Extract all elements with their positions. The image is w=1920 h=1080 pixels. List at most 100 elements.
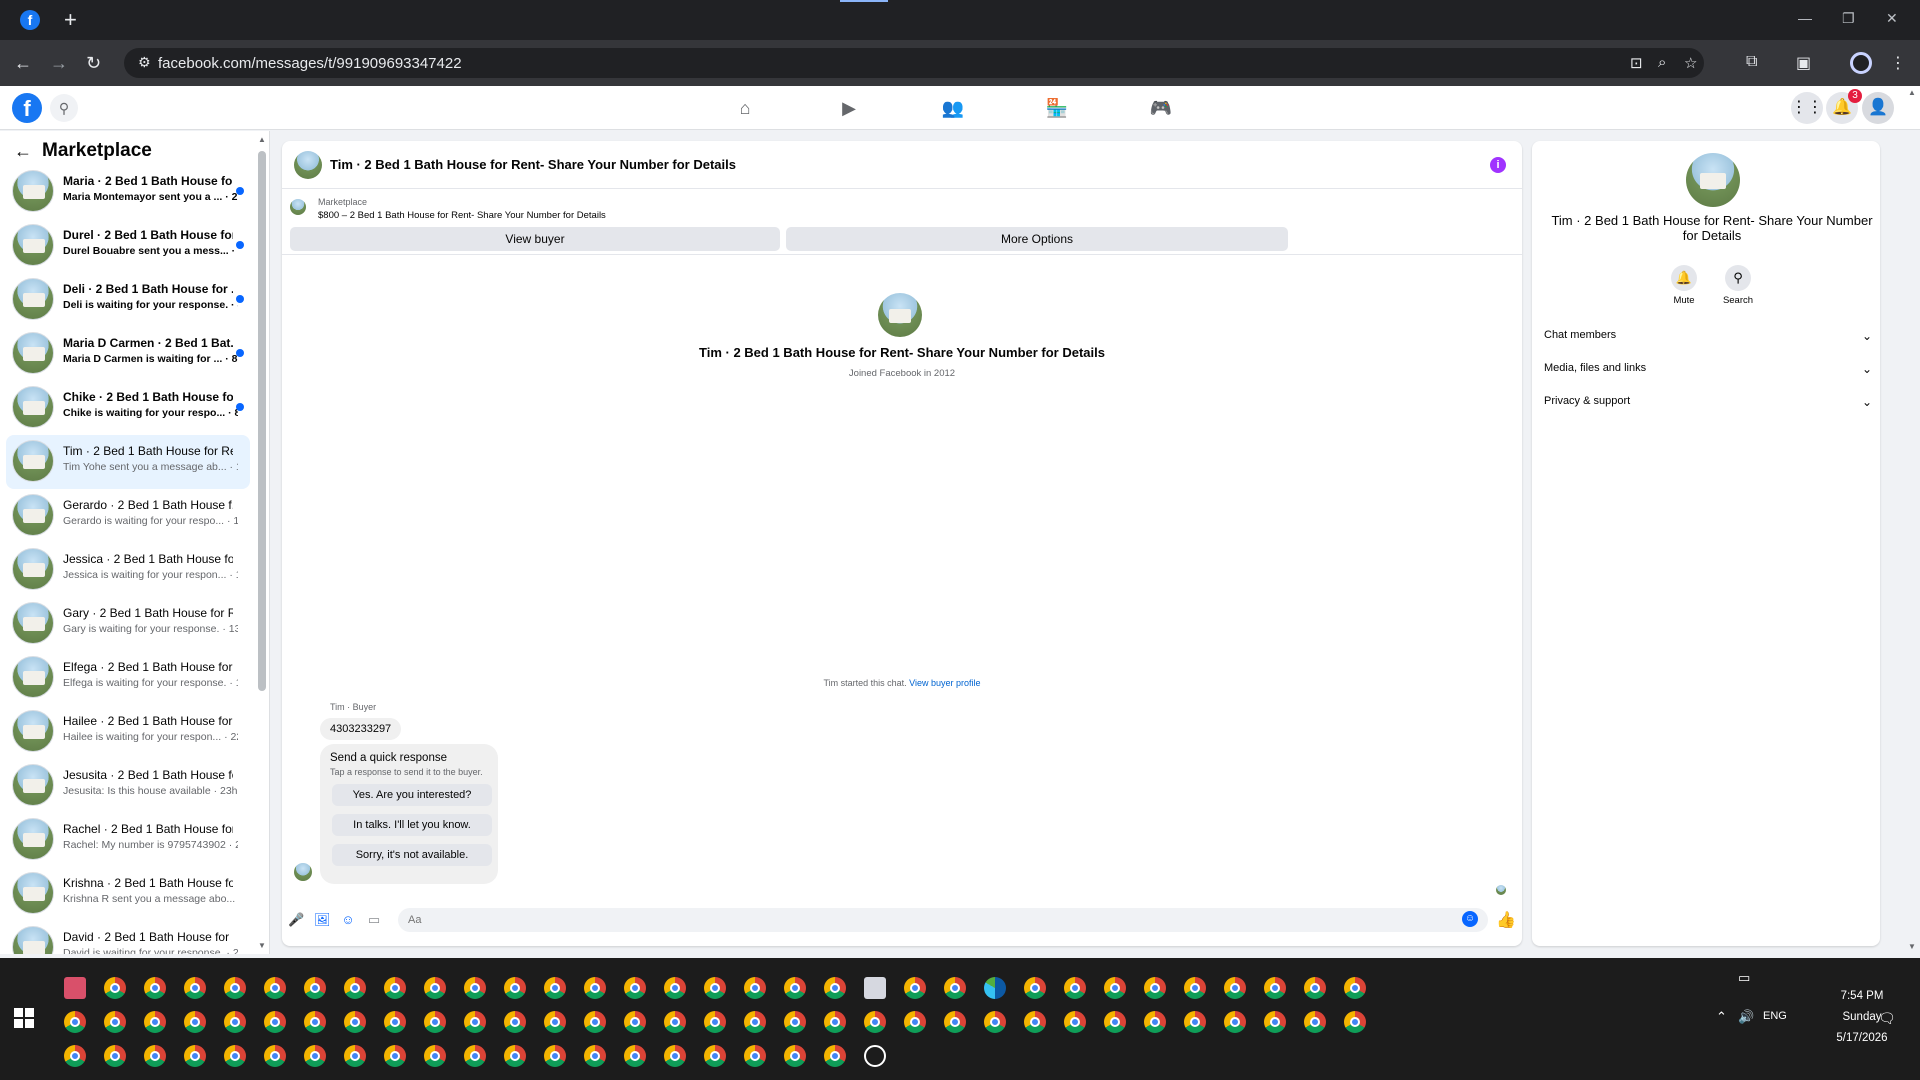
chrome-icon[interactable] xyxy=(704,1011,726,1033)
chrome-icon[interactable] xyxy=(824,1045,846,1067)
back-arrow-icon[interactable]: ← xyxy=(14,53,32,73)
chrome-icon[interactable] xyxy=(1144,977,1166,999)
microphone-icon[interactable]: 🎤 xyxy=(288,912,304,928)
taskbar-app-icon[interactable] xyxy=(864,1045,886,1067)
chrome-icon[interactable] xyxy=(1024,977,1046,999)
extensions-icon[interactable]: ⧉ xyxy=(1746,53,1757,71)
media-files-section[interactable]: Media, files and links ⌄ xyxy=(1544,362,1872,382)
bookmark-star-icon[interactable]: ☆ xyxy=(1684,54,1697,72)
chat-members-section[interactable]: Chat members ⌄ xyxy=(1544,329,1872,349)
more-options-button[interactable]: More Options xyxy=(786,227,1288,251)
volume-icon[interactable]: 🔊 xyxy=(1738,1009,1754,1025)
chrome-icon[interactable] xyxy=(744,1045,766,1067)
zoom-icon[interactable]: ⌕ xyxy=(1658,54,1666,71)
chrome-icon[interactable] xyxy=(1224,977,1246,999)
info-icon[interactable]: i xyxy=(1490,157,1506,173)
account-avatar[interactable]: 👤 xyxy=(1862,92,1894,124)
chrome-icon[interactable] xyxy=(264,1011,286,1033)
chrome-icon[interactable] xyxy=(1304,977,1326,999)
close-window-button[interactable]: ✕ xyxy=(1886,10,1898,27)
chrome-icon[interactable] xyxy=(144,1045,166,1067)
contact-avatar[interactable] xyxy=(294,151,322,179)
chrome-icon[interactable] xyxy=(424,1045,446,1067)
chrome-icon[interactable] xyxy=(784,1011,806,1033)
gaming-icon[interactable]: 🎮 xyxy=(1149,96,1173,120)
chrome-icon[interactable] xyxy=(584,1011,606,1033)
chrome-icon[interactable] xyxy=(304,1011,326,1033)
chrome-icon[interactable] xyxy=(304,1045,326,1067)
chrome-icon[interactable] xyxy=(784,1045,806,1067)
chrome-icon[interactable] xyxy=(1264,1011,1286,1033)
chrome-icon[interactable] xyxy=(864,1011,886,1033)
conversation-item[interactable]: Jessica · 2 Bed 1 Bath House for... Jessi… xyxy=(6,543,250,597)
chrome-icon[interactable] xyxy=(1344,977,1366,999)
sticker-icon[interactable]: ☺ xyxy=(340,912,356,928)
message-input[interactable] xyxy=(398,908,1488,932)
chrome-icon[interactable] xyxy=(424,1011,446,1033)
message-bubble[interactable]: 4303233297 xyxy=(320,718,402,740)
chrome-icon[interactable] xyxy=(504,977,526,999)
clock-day[interactable]: Sunday xyxy=(1812,1011,1912,1023)
address-bar[interactable]: ⚙ facebook.com/messages/t/99190969334742… xyxy=(124,48,1704,78)
forward-arrow-icon[interactable]: → xyxy=(50,53,68,73)
chrome-icon[interactable] xyxy=(144,977,166,999)
back-arrow-icon[interactable]: ← xyxy=(14,141,32,162)
restore-button[interactable]: ❐ xyxy=(1842,10,1855,27)
notification-center-icon[interactable]: 🗨 xyxy=(1878,1010,1896,1027)
profile-avatar[interactable] xyxy=(1850,52,1872,74)
conversation-item[interactable]: David · 2 Bed 1 Bath House for ... David … xyxy=(6,921,250,954)
gif-icon[interactable]: ▭ xyxy=(366,912,382,928)
chrome-icon[interactable] xyxy=(1184,977,1206,999)
chrome-icon[interactable] xyxy=(184,1045,206,1067)
chrome-icon[interactable] xyxy=(744,977,766,999)
chrome-icon[interactable] xyxy=(944,1011,966,1033)
site-settings-icon[interactable]: ⚙ xyxy=(138,54,151,71)
chrome-icon[interactable] xyxy=(544,977,566,999)
edge-icon[interactable] xyxy=(984,977,1006,999)
conversation-item[interactable]: Krishna · 2 Bed 1 Bath House fo... Krishn… xyxy=(6,867,250,921)
conversation-item[interactable]: Chike · 2 Bed 1 Bath House fo... Chike is… xyxy=(6,381,250,435)
windows-start-icon[interactable] xyxy=(14,1008,34,1028)
chrome-icon[interactable] xyxy=(544,1011,566,1033)
chrome-icon[interactable] xyxy=(704,977,726,999)
chrome-icon[interactable] xyxy=(664,1045,686,1067)
chrome-icon[interactable] xyxy=(264,1045,286,1067)
friends-icon[interactable]: 👥 xyxy=(941,96,965,120)
chrome-icon[interactable] xyxy=(464,977,486,999)
quick-response-option[interactable]: Yes. Are you interested? xyxy=(332,784,492,806)
chrome-icon[interactable] xyxy=(1224,1011,1246,1033)
chrome-icon[interactable] xyxy=(824,977,846,999)
conversation-item[interactable]: Jesusita · 2 Bed 1 Bath House fo... Jesus… xyxy=(6,759,250,813)
chrome-icon[interactable] xyxy=(664,1011,686,1033)
conversation-item[interactable]: Deli · 2 Bed 1 Bath House for ... Deli is… xyxy=(6,273,250,327)
facebook-logo-icon[interactable]: f xyxy=(12,93,42,123)
chrome-icon[interactable] xyxy=(1064,1011,1086,1033)
chrome-icon[interactable] xyxy=(1104,1011,1126,1033)
clock-date[interactable]: 5/17/2026 xyxy=(1812,1032,1912,1044)
view-buyer-button[interactable]: View buyer xyxy=(290,227,780,251)
chrome-icon[interactable] xyxy=(224,977,246,999)
chrome-icon[interactable] xyxy=(1144,1011,1166,1033)
thumbs-up-icon[interactable]: 👍 xyxy=(1496,910,1516,930)
chrome-icon[interactable] xyxy=(344,1011,366,1033)
chrome-icon[interactable] xyxy=(664,977,686,999)
profile-avatar[interactable] xyxy=(878,293,922,337)
view-buyer-profile-link[interactable]: View buyer profile xyxy=(909,678,980,688)
taskbar-app-icon[interactable] xyxy=(64,977,86,999)
minimize-button[interactable]: — xyxy=(1798,10,1812,26)
chrome-icon[interactable] xyxy=(264,977,286,999)
chrome-icon[interactable] xyxy=(1024,1011,1046,1033)
install-app-icon[interactable]: ⊡ xyxy=(1630,54,1643,72)
chrome-icon[interactable] xyxy=(944,977,966,999)
taskbar-app-icon[interactable] xyxy=(864,977,886,999)
chrome-icon[interactable] xyxy=(464,1011,486,1033)
chrome-icon[interactable] xyxy=(104,1011,126,1033)
photo-icon[interactable]: 🖼 xyxy=(314,912,331,928)
chrome-icon[interactable] xyxy=(344,1045,366,1067)
chrome-icon[interactable] xyxy=(184,1011,206,1033)
chrome-icon[interactable] xyxy=(504,1011,526,1033)
scroll-down-arrow-icon[interactable]: ▼ xyxy=(258,941,266,950)
chrome-icon[interactable] xyxy=(384,977,406,999)
facebook-icon[interactable]: f xyxy=(20,10,40,30)
chrome-icon[interactable] xyxy=(904,1011,926,1033)
